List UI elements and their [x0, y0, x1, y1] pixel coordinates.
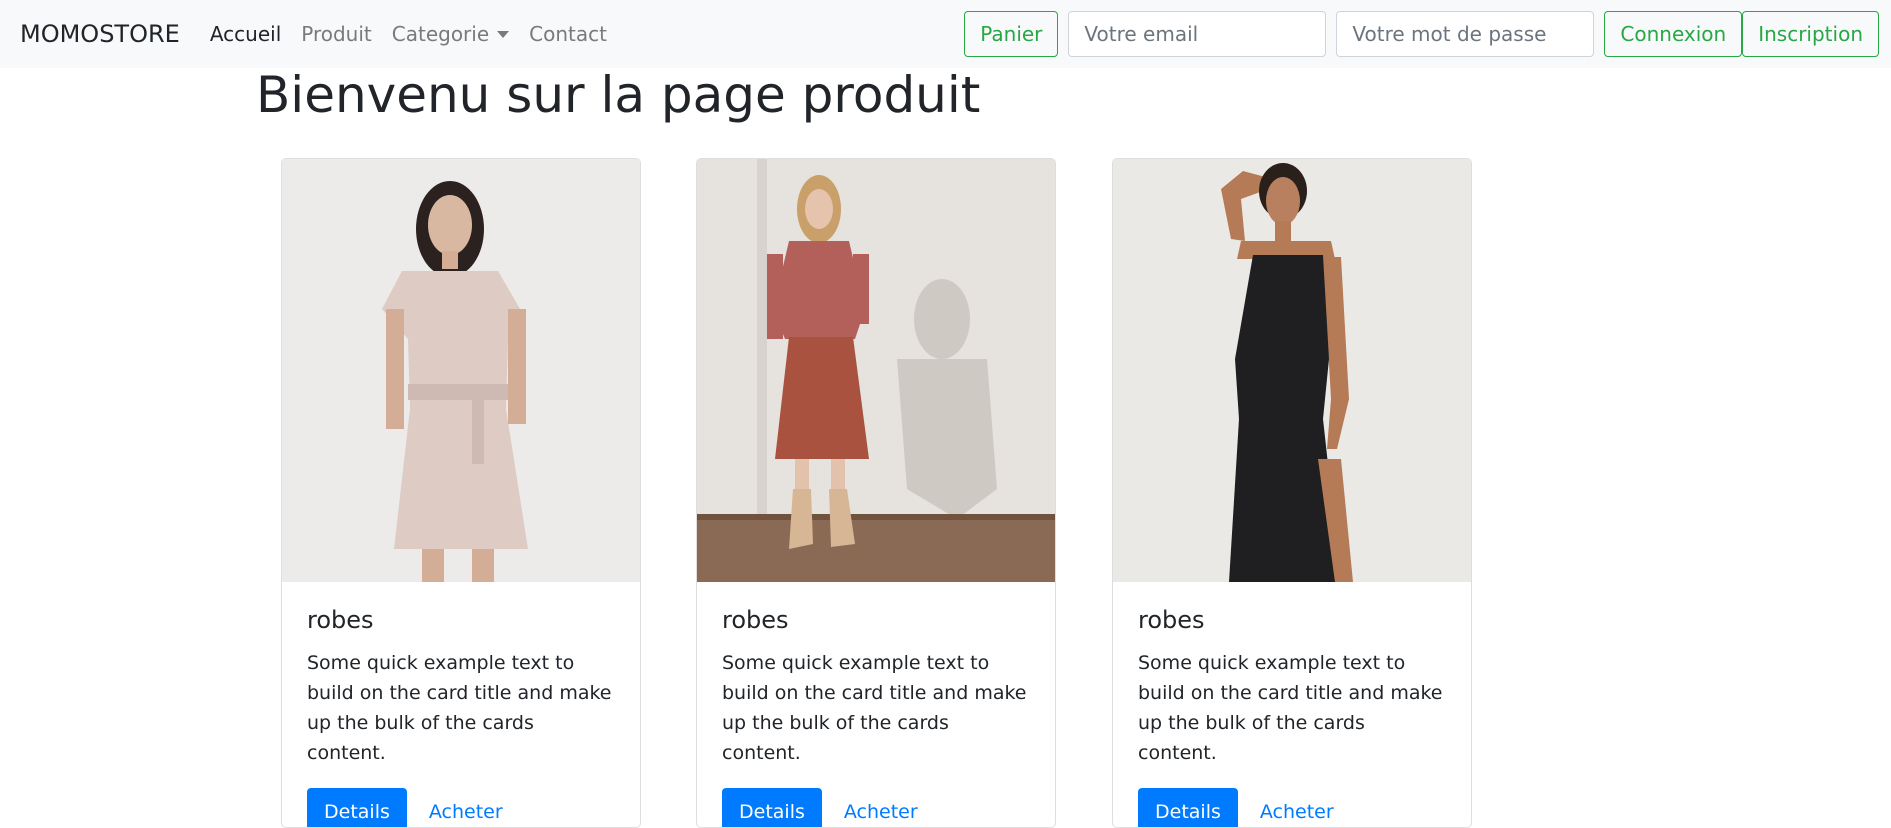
card-body: robes Some quick example text to build o… — [697, 582, 1055, 827]
card-actions: Details Acheter — [307, 788, 615, 827]
details-button[interactable]: Details — [722, 788, 822, 827]
page-title: Bienvenu sur la page produit — [256, 66, 981, 124]
product-card: robes Some quick example text to build o… — [696, 158, 1056, 828]
buy-link[interactable]: Acheter — [429, 801, 503, 823]
navbar: MOMOSTORE Accueil Produit Categorie Cont… — [0, 0, 1891, 68]
nav-link-contact[interactable]: Contact — [529, 22, 607, 46]
nav-links: Accueil Produit Categorie Contact — [210, 22, 607, 46]
details-button[interactable]: Details — [1138, 788, 1238, 827]
card-title: robes — [307, 606, 374, 634]
login-button[interactable]: Connexion — [1604, 11, 1743, 57]
product-card: robes Some quick example text to build o… — [1112, 158, 1472, 828]
card-text: Some quick example text to build on the … — [1138, 652, 1443, 764]
card-body: robes Some quick example text to build o… — [1113, 582, 1471, 827]
cart-button[interactable]: Panier — [964, 11, 1059, 57]
nav-dropdown-categorie[interactable]: Categorie — [391, 22, 510, 46]
brand-logo[interactable]: MOMOSTORE — [20, 20, 180, 48]
caret-down-icon — [497, 30, 510, 38]
product-card: robes Some quick example text to build o… — [281, 158, 641, 828]
nav-actions: Panier Connexion Inscription — [964, 11, 1879, 57]
product-image — [282, 159, 640, 582]
card-text: Some quick example text to build on the … — [722, 652, 1027, 764]
card-title: robes — [1138, 606, 1205, 634]
card-actions: Details Acheter — [722, 788, 1030, 827]
buy-link[interactable]: Acheter — [1260, 801, 1334, 823]
nav-link-accueil[interactable]: Accueil — [210, 22, 281, 46]
nav-link-produit[interactable]: Produit — [301, 22, 372, 46]
card-text: Some quick example text to build on the … — [307, 652, 612, 764]
email-field[interactable] — [1068, 11, 1327, 57]
product-image — [1113, 159, 1471, 582]
card-body: robes Some quick example text to build o… — [282, 582, 640, 827]
nav-dropdown-label: Categorie — [391, 22, 490, 46]
buy-link[interactable]: Acheter — [844, 801, 918, 823]
details-button[interactable]: Details — [307, 788, 407, 827]
card-actions: Details Acheter — [1138, 788, 1446, 827]
product-image — [697, 159, 1055, 582]
card-title: robes — [722, 606, 789, 634]
signup-button[interactable]: Inscription — [1742, 11, 1879, 57]
password-field[interactable] — [1336, 11, 1595, 57]
